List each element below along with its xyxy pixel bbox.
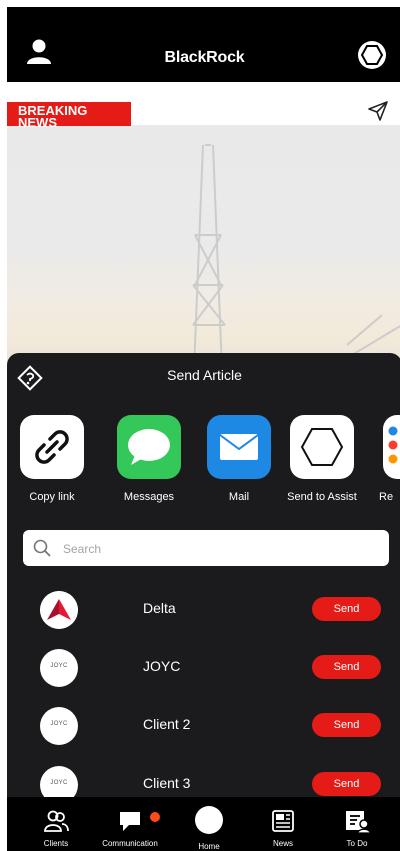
brand-logo: BlackRock	[164, 49, 245, 66]
share-app-label: Messages	[123, 491, 175, 503]
share-app-label: Copy link	[29, 491, 75, 503]
avatar-text: JOYC	[50, 663, 68, 669]
tab-communication[interactable]: Communication	[95, 797, 165, 851]
reminders-icon	[383, 415, 400, 479]
contact-name: Delta	[143, 600, 176, 616]
share-app-label: Re	[379, 491, 394, 503]
send-icon[interactable]	[367, 100, 389, 122]
news-icon	[272, 810, 294, 832]
avatar-text: JOYC	[50, 721, 68, 727]
tab-label: Home	[198, 842, 220, 851]
tab-home[interactable]: Home	[174, 797, 244, 851]
breaking-news-badge: BREAKING NEWS	[7, 102, 131, 130]
top-bar: BlackRock	[7, 7, 400, 82]
home-icon	[195, 806, 223, 834]
contact-name: Client 2	[143, 716, 191, 732]
bottom-tab-bar: Clients Communication Home News To Do	[7, 797, 400, 851]
contact-row: JOYC Client 2 Send	[7, 702, 400, 752]
mail-icon	[207, 415, 271, 479]
tab-label: Communication	[102, 839, 158, 848]
contact-row: JOYC JOYC Send	[7, 644, 400, 694]
contact-search[interactable]	[23, 530, 389, 568]
joyc-avatar: JOYC	[40, 707, 78, 745]
tab-clients[interactable]: Clients	[21, 797, 91, 851]
contact-name: Client 3	[143, 775, 191, 791]
share-app-label: Mail	[228, 491, 250, 503]
search-icon	[33, 539, 51, 557]
send-button[interactable]: Send	[312, 655, 381, 679]
share-reminders[interactable]: Re	[365, 415, 400, 503]
send-button[interactable]: Send	[312, 713, 381, 737]
tab-todo[interactable]: To Do	[322, 797, 392, 851]
share-mail[interactable]: Mail	[194, 415, 284, 503]
send-button[interactable]: Send	[312, 772, 381, 796]
joyc-avatar: JOYC	[40, 649, 78, 687]
share-copy-link[interactable]: Copy link	[7, 415, 97, 503]
contact-row: Delta Send	[7, 586, 400, 636]
send-button[interactable]: Send	[312, 597, 381, 621]
notification-dot	[150, 812, 160, 822]
todo-icon	[346, 811, 370, 833]
tab-label: News	[272, 839, 293, 848]
tab-news[interactable]: News	[248, 797, 318, 851]
avatar-text: JOYC	[50, 780, 68, 786]
clients-icon	[44, 810, 69, 832]
messages-icon	[117, 415, 181, 479]
hexagon-menu-icon[interactable]	[357, 40, 387, 70]
tab-label: Clients	[43, 839, 69, 848]
hexagon-icon	[290, 415, 354, 479]
contact-row: JOYC Client 3 Send	[7, 761, 400, 797]
joyc-avatar: JOYC	[40, 766, 78, 797]
send-article-sheet: Send Article Copy link Messages Mail Sen…	[7, 353, 400, 797]
link-icon	[20, 415, 84, 479]
share-app-label: Send to Assist	[287, 491, 357, 503]
app-frame: BlackRock BREAKING NEWS Send Article Cop…	[7, 7, 400, 851]
sheet-title: Send Article	[167, 367, 242, 383]
share-send-to-assist[interactable]: Send to Assist	[277, 415, 367, 503]
chat-icon	[120, 812, 140, 831]
share-apps-row: Copy link Messages Mail Send to Assist R…	[7, 415, 400, 515]
share-messages[interactable]: Messages	[104, 415, 194, 503]
tab-label: To Do	[346, 839, 368, 848]
badge-line-2: NEWS	[18, 115, 57, 130]
search-input[interactable]	[61, 530, 375, 568]
delta-logo-avatar	[40, 591, 78, 629]
contact-name: JOYC	[143, 658, 181, 674]
